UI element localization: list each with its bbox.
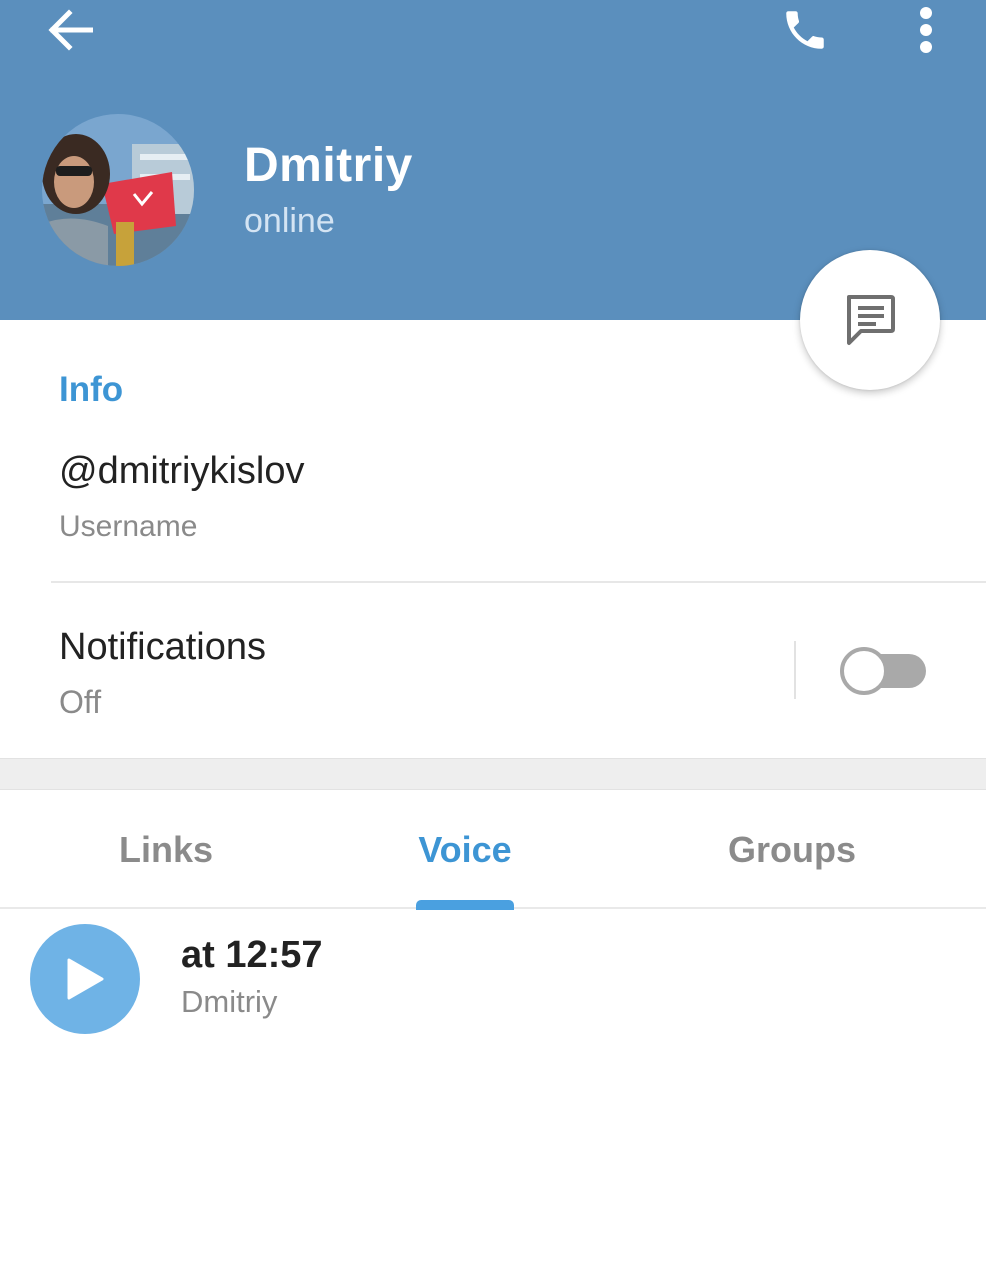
call-button[interactable] [770,0,840,60]
notifications-title: Notifications [59,626,266,668]
toggle-knob [840,647,888,695]
contact-status: online [244,202,335,240]
vertical-separator [794,641,796,699]
play-button[interactable] [30,924,140,1034]
phone-icon [786,11,824,49]
more-vertical-icon [920,7,932,53]
arrow-left-icon [48,9,93,51]
voice-message-time: at 12:57 [181,934,323,976]
notifications-toggle[interactable] [840,647,928,695]
media-tabs: Links Voice Groups [0,790,986,909]
tab-voice[interactable]: Voice [365,790,565,909]
username-value[interactable]: @dmitriykislov [59,450,304,493]
more-options-button[interactable] [898,0,954,60]
active-tab-indicator [416,900,514,910]
voice-message-author: Dmitriy [181,984,278,1019]
section-separator [0,758,986,790]
tab-links[interactable]: Links [66,790,266,909]
info-section-title: Info [59,370,124,409]
contact-name: Dmitriy [244,139,413,192]
notifications-row[interactable]: Notifications Off [0,583,986,758]
avatar[interactable] [42,114,194,266]
send-message-button[interactable] [800,250,940,390]
list-item[interactable]: at 12:57 Dmitriy [0,912,986,1042]
tab-groups[interactable]: Groups [692,790,892,909]
username-label: Username [59,510,198,543]
back-button[interactable] [30,0,110,60]
notifications-value: Off [59,684,102,720]
message-icon [847,295,895,345]
play-icon [67,958,104,1000]
